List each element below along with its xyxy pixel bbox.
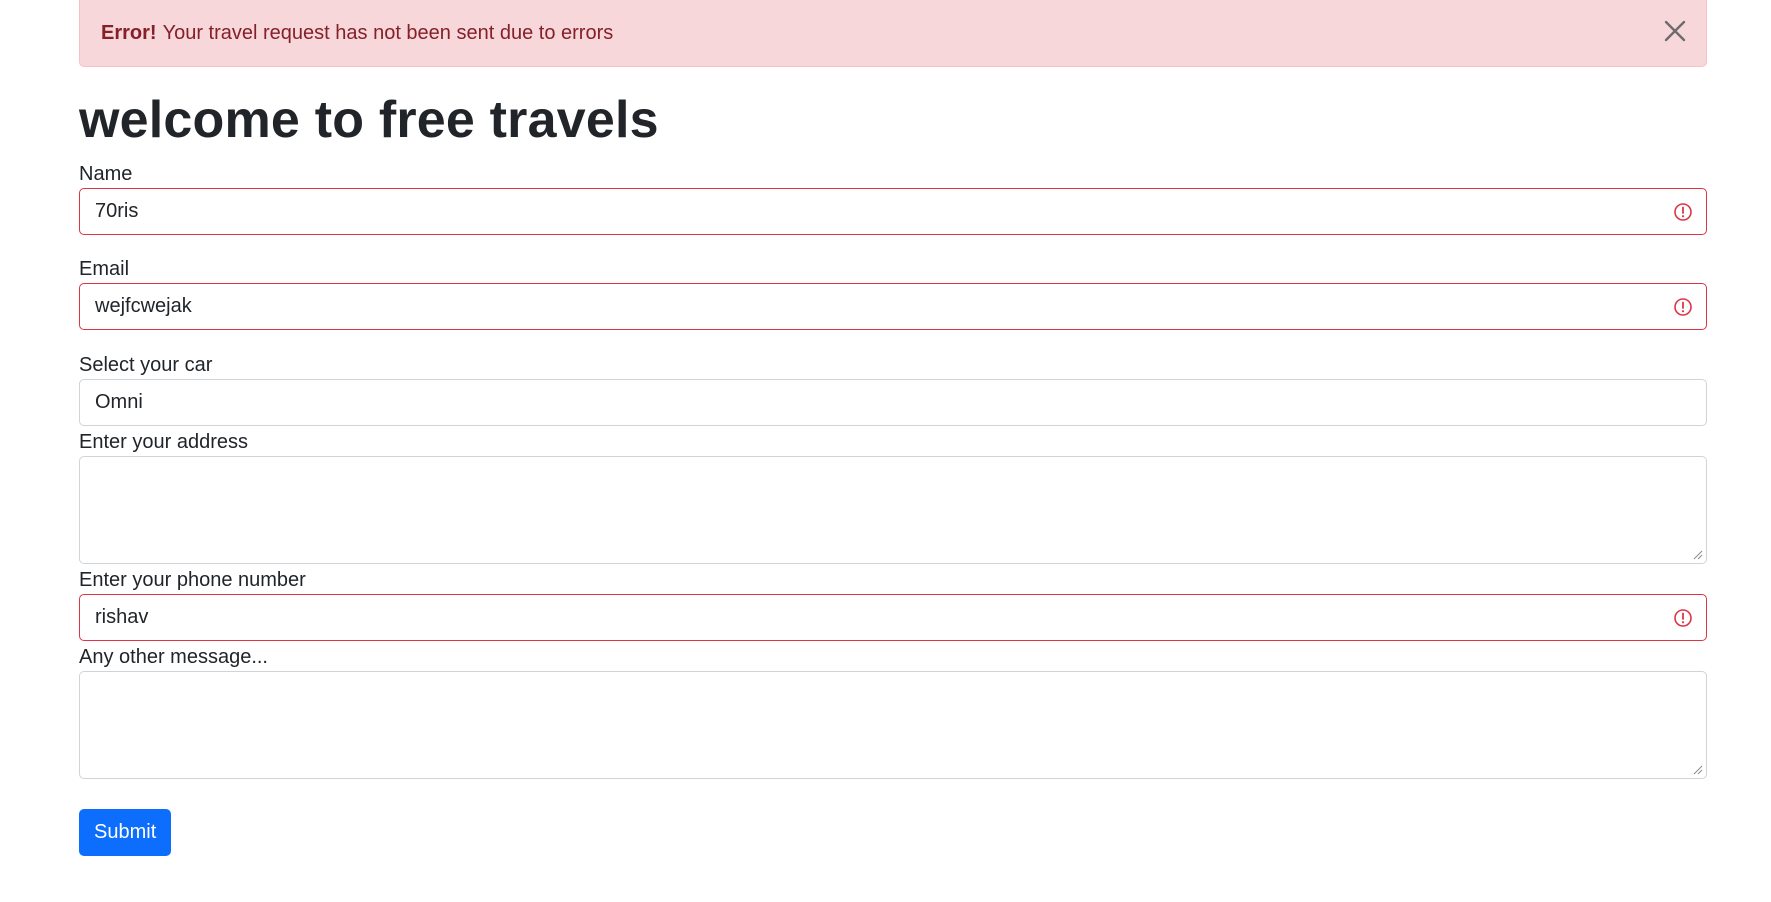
phone-group: Enter your phone number rishav: [79, 566, 1707, 642]
message-group: Any other message...: [79, 643, 1707, 780]
car-select[interactable]: Omni: [79, 379, 1707, 427]
exclamation-circle-icon: [1674, 609, 1692, 628]
page-container: Error! Your travel request has not been …: [79, 0, 1707, 857]
car-group: Select your car Omni: [79, 351, 1707, 427]
error-alert: Error! Your travel request has not been …: [79, 0, 1707, 67]
address-label: Enter your address: [79, 431, 248, 454]
address-group: Enter your address: [79, 428, 1707, 565]
email-input[interactable]: wejfcwejak: [79, 283, 1707, 331]
submit-row: Submit: [79, 809, 1707, 857]
name-group: Name 70ris: [79, 160, 1707, 236]
close-icon[interactable]: [1662, 18, 1688, 44]
page-title: welcome to free travels: [79, 91, 659, 149]
message-label: Any other message...: [79, 646, 268, 669]
name-value: 70ris: [95, 200, 139, 223]
alert-message: Your travel request has not been sent du…: [162, 21, 614, 44]
email-group: Email wejfcwejak: [79, 255, 1707, 331]
phone-label: Enter your phone number: [79, 569, 306, 592]
resize-grip-icon[interactable]: [1693, 550, 1703, 560]
phone-input[interactable]: rishav: [79, 594, 1707, 642]
email-label: Email: [79, 258, 130, 281]
submit-button[interactable]: Submit: [79, 809, 172, 857]
resize-grip-icon[interactable]: [1693, 765, 1703, 775]
car-value: Omni: [95, 391, 143, 414]
exclamation-circle-icon: [1674, 203, 1692, 222]
alert-strong: Error!: [101, 21, 157, 44]
email-value: wejfcwejak: [95, 295, 192, 318]
phone-value: rishav: [95, 606, 149, 629]
message-textarea[interactable]: [79, 671, 1707, 780]
exclamation-circle-icon: [1674, 298, 1692, 317]
car-label: Select your car: [79, 354, 213, 377]
address-textarea[interactable]: [79, 456, 1707, 565]
name-input[interactable]: 70ris: [79, 188, 1707, 236]
name-label: Name: [79, 163, 133, 186]
